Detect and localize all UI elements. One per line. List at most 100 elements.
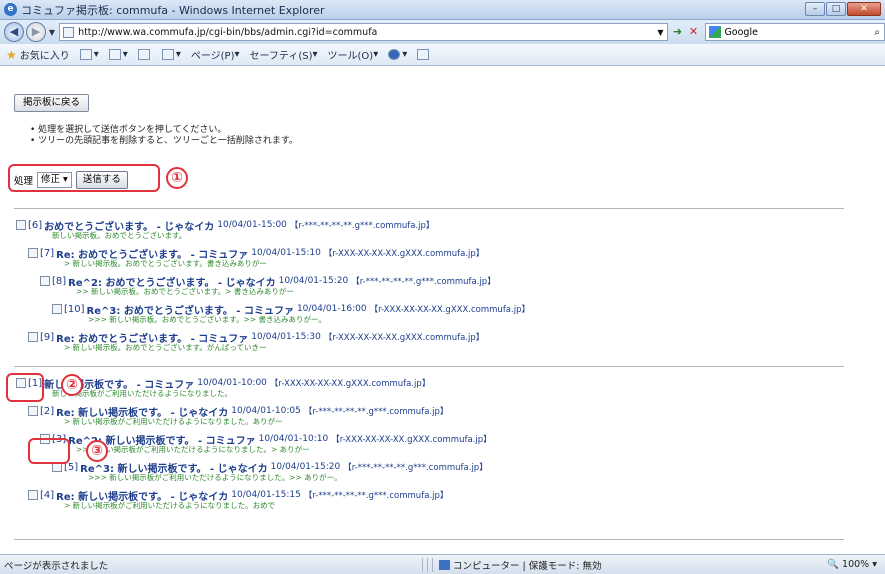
search-icon[interactable]: ⌕ xyxy=(874,27,884,38)
post-host: 【r-XXX-XX-XX-XX.gXXX.commufa.jp】 xyxy=(331,435,492,445)
post-host: 【r-***-**-**-**.g***.commufa.jp】 xyxy=(303,491,449,501)
mail-icon xyxy=(137,49,150,60)
post-body: > 新しい掲示板がご利用いただけるようになりました。おめで xyxy=(64,501,276,510)
post-host: 【r-XXX-XX-XX-XX.gXXX.commufa.jp】 xyxy=(323,333,485,343)
post-host: 【r-***-**-**-**.g***.commufa.jp】 xyxy=(303,407,449,417)
post-date: 10/04/01-15:10 xyxy=(251,248,321,258)
page-icon xyxy=(63,26,75,38)
history-dropdown-icon[interactable]: ▼ xyxy=(49,28,55,37)
post-body: >>> 新しい掲示板がご利用いただけるようになりました。>> ありがー。 xyxy=(88,473,342,482)
note-item: 処理を選択して送信ボタンを押してください。 xyxy=(30,125,298,136)
status-bar: ページが表示されました コンピューター | 保護モード: 無効 🔍 100% ▾ xyxy=(0,554,885,574)
status-text: ページが表示されました xyxy=(4,560,109,572)
divider xyxy=(14,539,844,540)
post-item: [8] Re^2: おめでとうございます。 - じゃなイカ 10/04/01-15:… xyxy=(40,275,496,297)
zoom-level: 100% xyxy=(842,559,870,570)
feeds-button[interactable]: ▾ xyxy=(108,49,128,60)
window-title: コミュファ掲示板: commufa - Windows Internet Exp… xyxy=(21,3,325,17)
post-id: [8] xyxy=(52,275,67,287)
page-content: 掲示板に戻る 処理を選択して送信ボタンを押してください。 ツリーの先頭記事を削除… xyxy=(0,67,885,554)
page-menu[interactable]: ページ(P) ▾ xyxy=(191,47,240,62)
post-id: [10] xyxy=(64,303,85,315)
post-checkbox[interactable] xyxy=(28,332,38,342)
post-checkbox[interactable] xyxy=(28,248,38,258)
tools-menu-label: ツール(O) xyxy=(327,51,374,62)
post-item: [6] おめでとうございます。 - じゃなイカ 10/04/01-15:00 【r-*… xyxy=(16,219,434,241)
post-body: > 新しい掲示板。おめでとうございます。書き込みありがー xyxy=(64,259,267,268)
safety-menu-label: セーフティ(S) xyxy=(249,51,313,62)
mail-button[interactable] xyxy=(137,49,152,60)
post-item: [10] Re^3: おめでとうございます。 - コミュファ 10/04/01-16… xyxy=(52,303,530,325)
post-date: 10/04/01-15:20 xyxy=(278,276,349,286)
instructions: 処理を選択して送信ボタンを押してください。 ツリーの先頭記事を削除すると、ツリー… xyxy=(30,125,298,147)
command-bar: ★ お気に入り ▾ ▾ ▾ ページ(P) ▾ セーフティ(S) ▾ ツール(O) ▾ … xyxy=(0,44,885,66)
stop-icon[interactable]: ✕ xyxy=(685,23,701,41)
print-button[interactable]: ▾ xyxy=(161,49,181,60)
callout-box-action xyxy=(8,164,160,192)
callout-number-2: ② xyxy=(61,374,83,396)
back-to-board-button[interactable]: 掲示板に戻る xyxy=(14,94,90,112)
post-body: > 新しい掲示板がご利用いただけるようになりました。ありがー xyxy=(64,417,283,426)
callout-number-1: ① xyxy=(166,167,188,189)
chevron-down-icon[interactable]: ▼ xyxy=(654,28,666,37)
forward-arrow-icon[interactable]: ▶ xyxy=(25,22,46,42)
google-icon xyxy=(709,26,722,38)
address-bar: ◀ ▶ ▼ http://www.wa.commufa.jp/cgi-bin/b… xyxy=(0,20,885,44)
title-bar: e コミュファ掲示板: commufa - Windows Internet E… xyxy=(0,0,885,20)
post-checkbox[interactable] xyxy=(52,304,62,314)
post-checkbox[interactable] xyxy=(28,406,38,416)
favorites-button[interactable]: ★ お気に入り xyxy=(6,47,70,63)
post-id: [4] xyxy=(40,489,55,501)
zoom-control[interactable]: 🔍 100% ▾ xyxy=(827,559,885,570)
post-body: >> 新しい掲示板。おめでとうございます。> 書き込みありがー xyxy=(76,287,294,296)
post-host: 【r-XXX-XX-XX-XX.gXXX.commufa.jp】 xyxy=(323,249,485,259)
favorites-star-icon: ★ xyxy=(6,47,17,62)
search-input[interactable]: Google ⌕ xyxy=(705,23,885,41)
post-item: [4] Re: 新しい掲示板です。 - じゃなイカ 10/04/01-15:15 【r… xyxy=(28,489,448,511)
post-host: 【r-***-**-**-**.g***.commufa.jp】 xyxy=(351,277,496,287)
security-zone-label: コンピューター | 保護モード: 無効 xyxy=(453,560,602,572)
favorites-label: お気に入り xyxy=(19,51,70,62)
security-zone[interactable]: コンピューター | 保護モード: 無効 xyxy=(435,558,645,572)
post-date: 10/04/01-10:05 xyxy=(231,406,301,416)
refresh-icon[interactable]: ➜ xyxy=(670,23,686,41)
home-icon xyxy=(79,49,92,60)
maximize-button[interactable]: □ xyxy=(826,2,846,16)
back-arrow-icon[interactable]: ◀ xyxy=(4,22,24,42)
post-body: > 新しい掲示板。おめでとうございます。がんばっていきー xyxy=(64,343,267,352)
post-id: [6] xyxy=(28,219,43,231)
post-checkbox[interactable] xyxy=(40,276,50,286)
research-icon xyxy=(417,49,430,60)
post-host: 【r-***-**-**-**.g***.commufa.jp】 xyxy=(343,463,488,473)
minimize-button[interactable]: – xyxy=(805,2,825,16)
note-item: ツリーの先頭記事を削除すると、ツリーごと一括削除されます。 xyxy=(30,136,298,147)
post-checkbox[interactable] xyxy=(28,490,38,500)
home-button[interactable]: ▾ xyxy=(79,49,99,60)
divider xyxy=(14,208,844,209)
post-date: 10/04/01-15:15 xyxy=(231,490,301,500)
post-id: [9] xyxy=(40,331,55,343)
post-date: 10/04/01-15:20 xyxy=(270,462,341,472)
ie-logo-icon: e xyxy=(4,3,17,16)
post-host: 【r-XXX-XX-XX-XX.gXXX.commufa.jp】 xyxy=(269,379,431,389)
print-icon xyxy=(161,49,174,60)
post-checkbox[interactable] xyxy=(16,220,26,230)
tools-menu[interactable]: ツール(O) ▾ xyxy=(328,47,379,62)
close-button[interactable]: ✕ xyxy=(847,2,881,16)
post-date: 10/04/01-16:00 xyxy=(296,304,367,314)
window-controls: – □ ✕ xyxy=(804,2,881,16)
safety-menu[interactable]: セーフティ(S) ▾ xyxy=(250,47,318,62)
research-button[interactable] xyxy=(417,49,431,60)
url-field[interactable]: http://www.wa.commufa.jp/cgi-bin/bbs/adm… xyxy=(59,23,668,41)
callout-box-post-3 xyxy=(28,438,70,464)
post-date: 10/04/01-10:00 xyxy=(197,378,267,388)
post-id: [7] xyxy=(40,247,55,259)
help-button[interactable]: ▾ xyxy=(388,49,407,60)
post-host: 【r-***-**-**-**.g***.commufa.jp】 xyxy=(289,221,435,231)
post-date: 10/04/01-15:00 xyxy=(217,220,287,230)
url-text: http://www.wa.commufa.jp/cgi-bin/bbs/adm… xyxy=(78,26,378,38)
callout-box-post-1 xyxy=(6,373,44,402)
page-menu-label: ページ(P) xyxy=(190,51,235,62)
help-icon xyxy=(388,49,401,60)
post-id: [2] xyxy=(40,405,55,417)
